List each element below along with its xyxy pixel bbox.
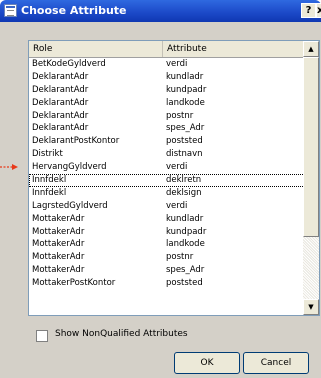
attribute-cell: postnr — [166, 110, 194, 121]
table-row[interactable]: Innfdekl deklsign — [29, 187, 305, 200]
attribute-list[interactable]: Role Attribute BetKodeGyldverd verdi Dekla… — [28, 40, 320, 316]
table-row[interactable]: MottakerPostKontor poststed — [29, 277, 305, 290]
attribute-cell: deklretn — [166, 175, 202, 186]
list-header: Role Attribute — [29, 41, 305, 58]
table-row[interactable]: Innfdekl deklretn — [29, 174, 305, 187]
title-bar[interactable]: Choose Attribute ? x — [0, 0, 321, 22]
attribute-cell: verdi — [166, 162, 188, 173]
role-cell: MottakerAdr — [32, 213, 85, 224]
attribute-cell: kundladr — [166, 213, 204, 224]
show-nonqualified-checkbox[interactable] — [36, 330, 48, 342]
role-cell: MottakerAdr — [32, 265, 85, 276]
table-row[interactable]: DeklarantAdr spes_Adr — [29, 122, 305, 135]
attribute-cell: kundpadr — [166, 84, 207, 95]
dialog-icon — [4, 4, 17, 17]
table-row[interactable]: Distrikt distnavn — [29, 148, 305, 161]
list-rows: BetKodeGyldverd verdi DeklarantAdr kundladr… — [29, 58, 305, 290]
role-cell: MottakerPostKontor — [32, 278, 116, 289]
table-row[interactable]: LagrstedGyldverd verdi — [29, 200, 305, 213]
table-row[interactable]: MottakerAdr kundladr — [29, 213, 305, 226]
show-nonqualified-label[interactable]: Show NonQualified Attributes — [55, 329, 188, 339]
table-row[interactable]: BetKodeGyldverd verdi — [29, 58, 305, 71]
table-row[interactable]: DeklarantAdr landkode — [29, 97, 305, 110]
role-cell: DeklarantAdr — [32, 123, 89, 134]
attribute-cell: spes_Adr — [166, 123, 205, 134]
attribute-cell: kundladr — [166, 71, 204, 82]
attribute-cell: landkode — [166, 239, 205, 250]
table-row[interactable]: MottakerAdr landkode — [29, 238, 305, 251]
table-row[interactable]: DeklarantAdr kundladr — [29, 71, 305, 84]
cancel-button[interactable]: Cancel — [243, 352, 309, 374]
vertical-scrollbar[interactable]: ▲ ▼ — [303, 41, 319, 315]
role-cell: BetKodeGyldverd — [32, 59, 106, 69]
ok-button[interactable]: OK — [174, 352, 240, 374]
attribute-cell: verdi — [166, 200, 188, 211]
attribute-cell: landkode — [166, 97, 205, 108]
role-cell: DeklarantAdr — [32, 84, 89, 95]
arrow-up-icon[interactable]: ▲ — [303, 41, 319, 57]
help-button[interactable]: ? — [301, 3, 316, 18]
attribute-cell: poststed — [166, 136, 203, 147]
window-title: Choose Attribute — [21, 4, 127, 17]
role-cell: DeklarantAdr — [32, 110, 89, 121]
table-row[interactable]: MottakerAdr kundpadr — [29, 226, 305, 239]
table-row[interactable]: DeklarantAdr postnr — [29, 110, 305, 123]
table-row[interactable]: MottakerAdr postnr — [29, 251, 305, 264]
attribute-cell: poststed — [166, 278, 203, 289]
table-row[interactable]: HervangGyldverd verdi — [29, 161, 305, 174]
arrow-down-icon[interactable]: ▼ — [303, 299, 319, 315]
role-cell: Innfdekl — [32, 175, 67, 186]
role-cell: DeklarantPostKontor — [32, 136, 120, 147]
role-cell: MottakerAdr — [32, 226, 85, 237]
column-header-attribute[interactable]: Attribute — [163, 41, 305, 57]
role-cell: Innfdekl — [32, 187, 67, 198]
role-cell: DeklarantAdr — [32, 71, 89, 82]
role-cell: HervangGyldverd — [32, 162, 107, 173]
role-cell: MottakerAdr — [32, 239, 85, 250]
attribute-cell: postnr — [166, 252, 194, 263]
attribute-cell: kundpadr — [166, 226, 207, 237]
table-row[interactable]: MottakerAdr spes_Adr — [29, 264, 305, 277]
role-cell: LagrstedGyldverd — [32, 200, 108, 211]
attribute-cell: spes_Adr — [166, 265, 205, 276]
role-cell: MottakerAdr — [32, 252, 85, 263]
attribute-cell: deklsign — [166, 187, 202, 198]
table-row[interactable]: DeklarantPostKontor poststed — [29, 135, 305, 148]
scroll-thumb[interactable] — [303, 57, 319, 237]
table-row[interactable]: DeklarantAdr kundpadr — [29, 84, 305, 97]
choose-attribute-dialog: Choose Attribute ? x Role Attribute BetK… — [0, 0, 321, 378]
attribute-cell: verdi — [166, 59, 188, 69]
close-button[interactable]: x — [316, 3, 321, 18]
column-header-role[interactable]: Role — [29, 41, 163, 57]
attribute-cell: distnavn — [166, 149, 203, 160]
role-cell: DeklarantAdr — [32, 97, 89, 108]
role-cell: Distrikt — [32, 149, 63, 160]
red-arrow-icon — [0, 164, 18, 170]
